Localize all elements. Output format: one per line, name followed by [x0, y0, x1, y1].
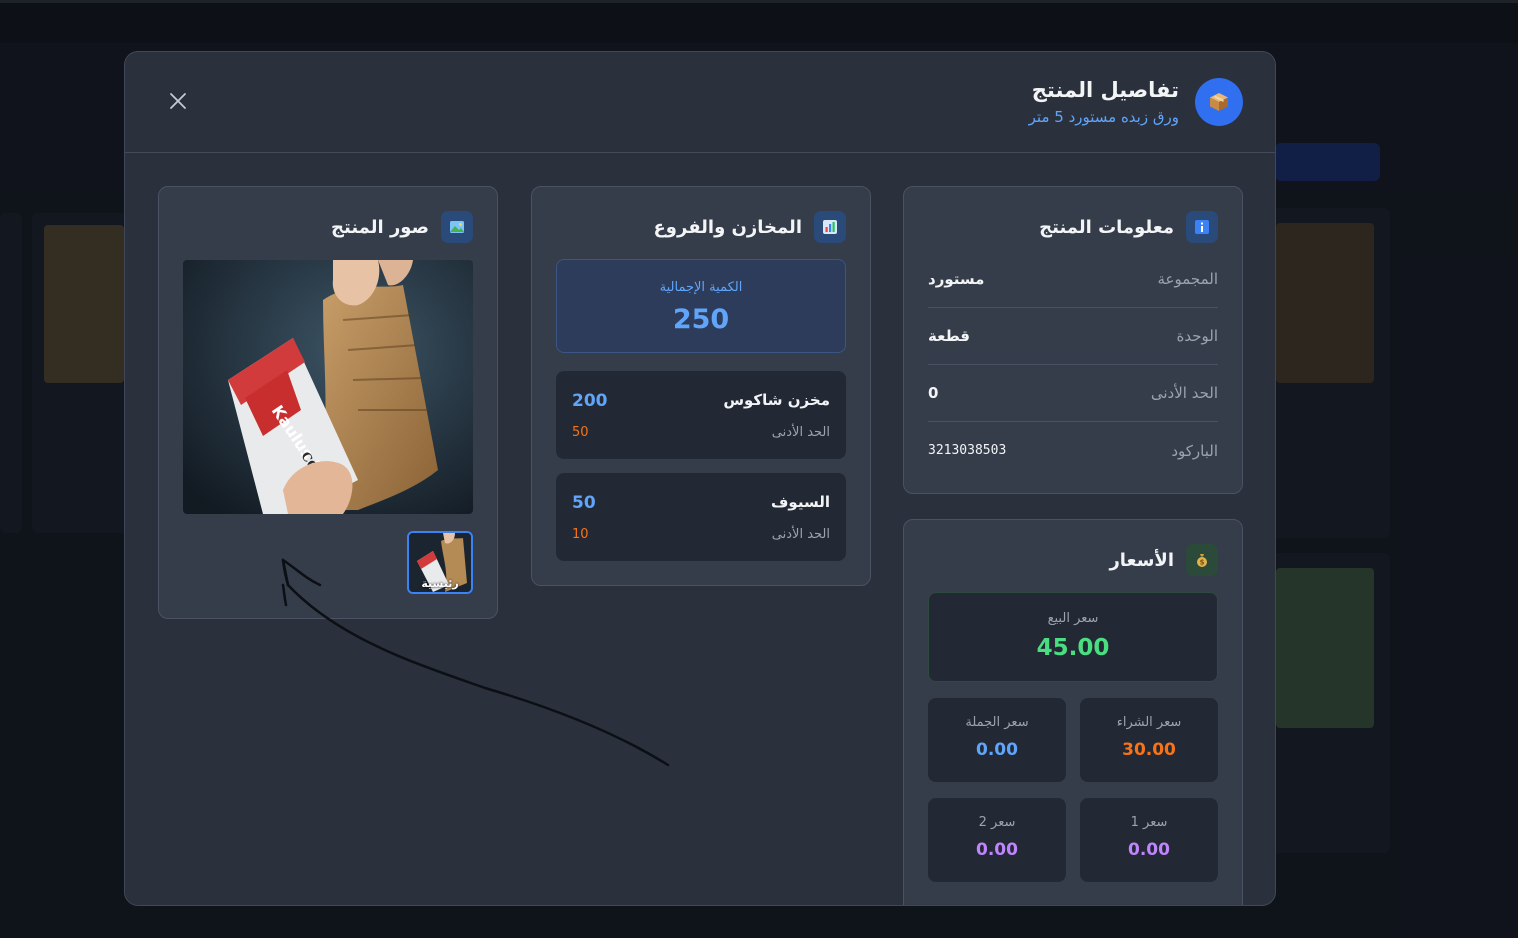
- warehouse-item: مخزن شاكوس 200 الحد الأدنى 50: [556, 371, 846, 459]
- close-button[interactable]: [165, 88, 191, 114]
- product-details-modal: تفاصيل المنتج ورق زبده مستورد 5 متر معلو…: [124, 51, 1276, 906]
- wholesale-price-label: سعر الجملة: [965, 715, 1029, 730]
- total-quantity-label: الكمية الإجمالية: [659, 280, 743, 295]
- info-row-unit: قطعة الوحدة: [928, 308, 1218, 365]
- group-value: مستورد: [928, 270, 985, 288]
- prices-title: الأسعار: [1109, 549, 1174, 571]
- purchase-price-value: 30.00: [1122, 740, 1176, 760]
- min-label: الحد الأدنى: [1150, 384, 1218, 402]
- close-icon: [170, 93, 186, 109]
- barcode-value: 3213038503: [928, 443, 1007, 458]
- package-icon: [1195, 78, 1243, 126]
- info-row-min: 0 الحد الأدنى: [928, 365, 1218, 422]
- min-value: 0: [928, 384, 939, 402]
- unit-value: قطعة: [928, 327, 970, 345]
- price1-label: سعر 1: [1130, 815, 1168, 830]
- price2-label: سعر 2: [978, 815, 1016, 830]
- info-icon: [1186, 211, 1218, 243]
- warehouse-quantity: 200: [572, 391, 608, 411]
- total-quantity-box: الكمية الإجمالية 250: [556, 259, 846, 353]
- purchase-price-label: سعر الشراء: [1116, 715, 1182, 730]
- product-images-panel: صور المنتج Kaulus Kerit رئيسية: [158, 186, 498, 619]
- warehouse-name: السيوف: [771, 493, 830, 511]
- product-info-title: معلومات المنتج: [1039, 216, 1174, 238]
- image-thumbnail-main[interactable]: رئيسية: [407, 531, 473, 594]
- wholesale-price-box: سعر الجملة 0.00: [928, 698, 1066, 782]
- info-row-barcode: 3213038503 الباركود: [928, 422, 1218, 479]
- barcode-label: الباركود: [1171, 441, 1218, 460]
- price1-box: سعر 1 0.00: [1080, 798, 1218, 882]
- product-images-title: صور المنتج: [331, 216, 429, 238]
- warehouse-item: السيوف 50 الحد الأدنى 10: [556, 473, 846, 561]
- price1-value: 0.00: [1128, 840, 1170, 860]
- product-info-panel: معلومات المنتج مستورد المجموعة قطعة الوح…: [903, 186, 1243, 494]
- info-row-group: مستورد المجموعة: [928, 251, 1218, 308]
- modal-header: تفاصيل المنتج ورق زبده مستورد 5 متر: [125, 52, 1275, 153]
- warehouse-min-value: 10: [572, 527, 589, 542]
- modal-title: تفاصيل المنتج: [1031, 78, 1179, 102]
- price2-box: سعر 2 0.00: [928, 798, 1066, 882]
- main-product-image[interactable]: Kaulus Kerit COOKING: [183, 260, 473, 514]
- group-label: المجموعة: [1157, 270, 1218, 288]
- warehouse-name: مخزن شاكوس: [723, 391, 830, 409]
- chart-icon: [814, 211, 846, 243]
- warehouses-panel: المخازن والفروع الكمية الإجمالية 250 مخز…: [531, 186, 871, 586]
- sale-price-value: 45.00: [1036, 635, 1110, 661]
- warehouse-min-label: الحد الأدنى: [771, 527, 830, 542]
- sale-price-box: سعر البيع 45.00: [928, 592, 1218, 682]
- wholesale-price-value: 0.00: [976, 740, 1018, 760]
- picture-icon: [441, 211, 473, 243]
- main-image-badge: رئيسية: [421, 577, 459, 590]
- prices-panel: $ الأسعار سعر البيع 45.00 سعر الشراء 30.…: [903, 519, 1243, 905]
- product-name-subtitle: ورق زبده مستورد 5 متر: [1028, 108, 1179, 126]
- warehouses-title: المخازن والفروع: [653, 216, 802, 238]
- price2-value: 0.00: [976, 840, 1018, 860]
- purchase-price-box: سعر الشراء 30.00: [1080, 698, 1218, 782]
- unit-label: الوحدة: [1176, 327, 1219, 345]
- sale-price-label: سعر البيع: [1047, 611, 1099, 626]
- money-bag-icon: $: [1186, 544, 1218, 576]
- total-quantity-value: 250: [672, 304, 730, 335]
- warehouse-min-value: 50: [572, 425, 589, 440]
- warehouse-quantity: 50: [572, 493, 596, 513]
- warehouse-min-label: الحد الأدنى: [771, 425, 830, 440]
- svg-text:$: $: [1200, 559, 1205, 567]
